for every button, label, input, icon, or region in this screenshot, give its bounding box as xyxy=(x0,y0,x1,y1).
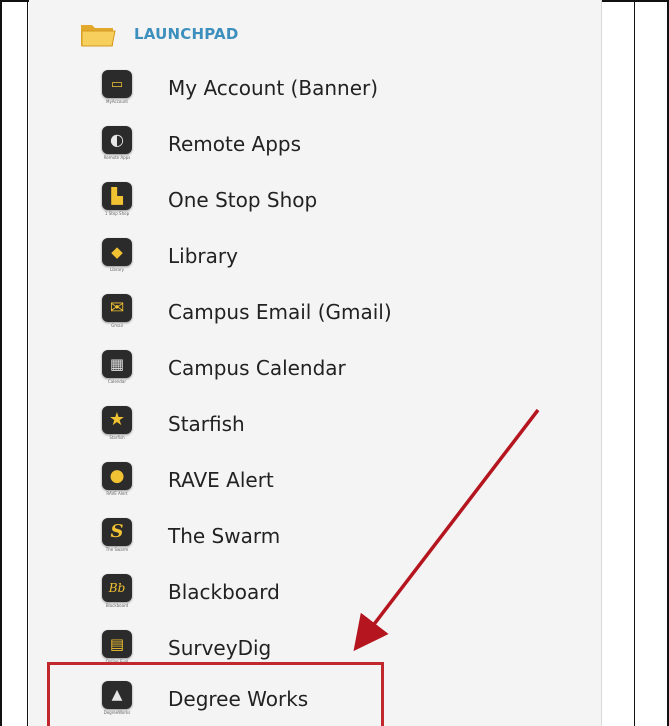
item-label: Campus Email (Gmail) xyxy=(168,300,392,324)
item-label: Remote Apps xyxy=(168,132,302,156)
item-label: One Stop Shop xyxy=(168,188,318,212)
starfish-icon: ★ Starfish xyxy=(98,404,138,444)
item-one-stop-shop[interactable]: ▙ 1 Stop Shop One Stop Shop xyxy=(98,180,428,220)
item-remote-apps[interactable]: ◐ Remote Apps Remote Apps xyxy=(98,124,428,164)
alert-icon: ● RAVE Alert xyxy=(98,460,138,500)
account-card-icon: ▭ MyAccount xyxy=(98,68,138,108)
item-my-account-banner[interactable]: ▭ MyAccount My Account (Banner) xyxy=(98,68,428,108)
remote-apps-icon: ◐ Remote Apps xyxy=(98,124,138,164)
item-label: Blackboard xyxy=(168,580,280,604)
item-label: The Swarm xyxy=(168,524,281,548)
degree-works-highlight-box xyxy=(47,662,384,726)
item-starfish[interactable]: ★ Starfish Starfish xyxy=(98,404,428,444)
envelope-icon: ✉ Gmail xyxy=(98,292,138,332)
item-label: My Account (Banner) xyxy=(168,76,379,100)
item-library[interactable]: ◆ Library Library xyxy=(98,236,428,276)
left-table-column xyxy=(0,0,28,726)
item-label: RAVE Alert xyxy=(168,468,274,492)
swarm-icon: S The Swarm xyxy=(98,516,138,556)
folder-icon xyxy=(81,25,116,47)
calendar-icon: ▦ Calendar xyxy=(98,348,138,388)
item-label: Starfish xyxy=(168,412,245,436)
cart-icon: ▙ 1 Stop Shop xyxy=(98,180,138,220)
item-the-swarm[interactable]: S The Swarm The Swarm xyxy=(98,516,428,556)
item-campus-email-gmail[interactable]: ✉ Gmail Campus Email (Gmail) xyxy=(98,292,428,332)
launchpad-title: LAUNCHPAD xyxy=(134,25,239,43)
right-table-border xyxy=(634,0,635,726)
book-icon: ◆ Library xyxy=(98,236,138,276)
blackboard-icon: Bb Blackboard xyxy=(98,572,138,612)
item-label: Library xyxy=(168,244,238,268)
item-label: SurveyDig xyxy=(168,636,272,660)
item-campus-calendar[interactable]: ▦ Calendar Campus Calendar xyxy=(98,348,428,388)
item-label: Campus Calendar xyxy=(168,356,346,380)
launchpad-header[interactable]: LAUNCHPAD xyxy=(80,17,238,51)
item-blackboard[interactable]: Bb Blackboard Blackboard xyxy=(98,572,428,612)
item-rave-alert[interactable]: ● RAVE Alert RAVE Alert xyxy=(98,460,428,500)
